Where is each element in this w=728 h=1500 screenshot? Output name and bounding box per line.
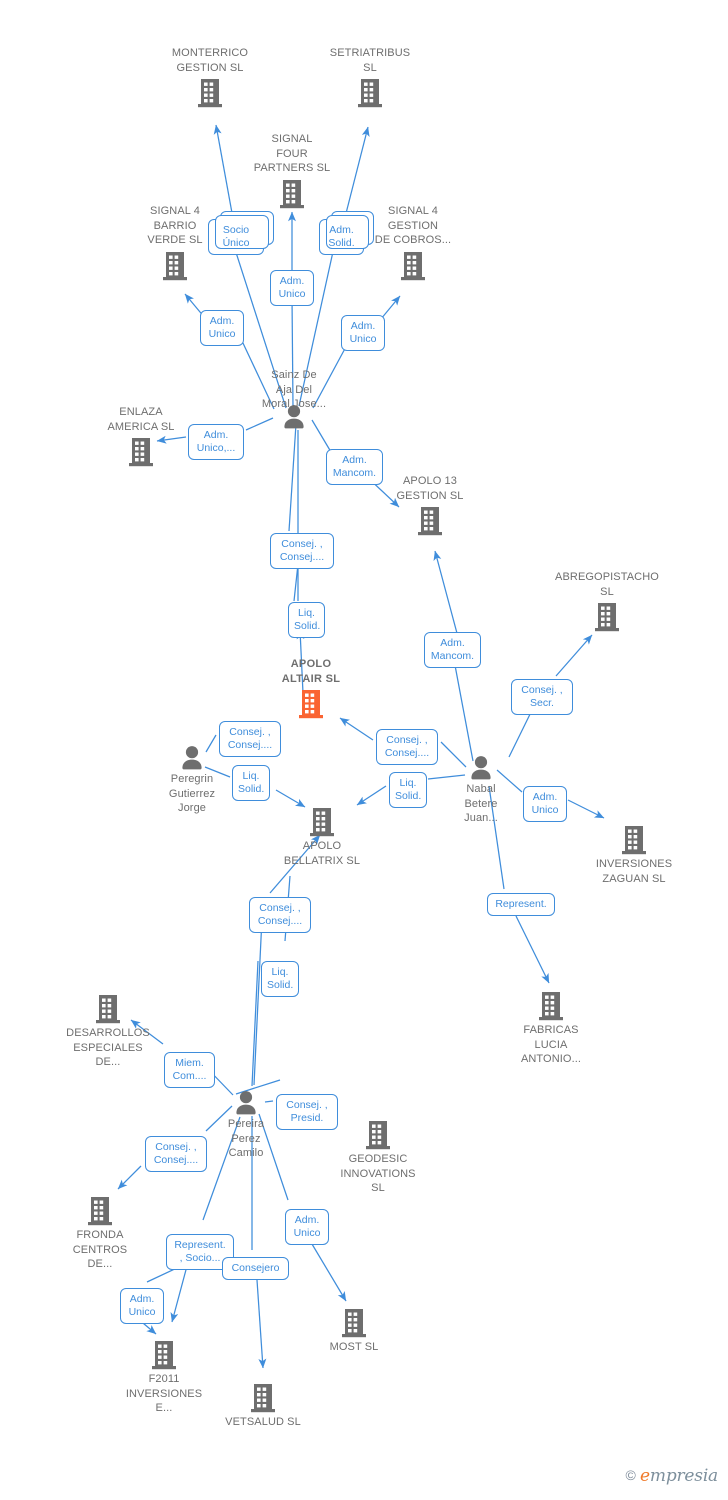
node-label: APOLO ALTAIR SL [281,658,341,685]
edge-label-liq-solid-sainz-altair[interactable]: Liq. Solid. [288,602,325,638]
edge-label-consej-sainz-altair[interactable]: Consej. , Consej.... [270,533,334,569]
edge-label-adm-unico-barrio-verde[interactable]: Adm. Unico [200,310,244,346]
company-building-icon [295,77,445,109]
edge-label-adm-unico-most[interactable]: Adm. Unico [285,1209,329,1245]
empresia-watermark: © empresia [625,1466,719,1486]
company-building-icon [247,806,397,838]
edge-label-adm-solid[interactable]: Adm. Solid. [319,211,374,255]
company-building-icon [476,990,626,1022]
company-building-icon [532,601,682,633]
edge-label-adm-mancom-nabal-apolo13[interactable]: Adm. Mancom. [424,632,481,668]
edge-label-liq-solid-peregrin-bellatrix[interactable]: Liq. Solid. [232,765,270,801]
edge-label-socio-unico[interactable]: Socio Único [208,211,274,255]
copyright-symbol: © [625,1467,636,1483]
node-setriatribus-sl[interactable]: SETRIATRIBUS SL [295,46,445,109]
node-label: FRONDA CENTROS DE... [72,1229,128,1270]
node-label: FABRICAS LUCIA ANTONIO... [520,1024,582,1065]
company-building-icon [89,1339,239,1371]
node-abregopistacho-sl[interactable]: ABREGOPISTACHO SL [532,570,682,633]
company-building-icon [25,1195,175,1227]
node-apolo-bellatrix-sl[interactable]: APOLO BELLATRIX SL [247,806,397,868]
edge-label-adm-unico-zaguan[interactable]: Adm. Unico [523,786,567,822]
node-label: Sainz De Aja Del Moral Jose... [261,369,327,410]
node-apolo-altair-sl[interactable]: APOLO ALTAIR SL [236,657,386,720]
edge-label-consej-fronda[interactable]: Consej. , Consej.... [145,1136,207,1172]
node-label: SETRIATRIBUS SL [329,47,411,74]
edge-label-adm-unico-cobros[interactable]: Adm. Unico [341,315,385,351]
edge-label-adm-mancom-apolo13-sainz[interactable]: Adm. Mancom. [326,449,383,485]
node-label: VETSALUD SL [225,1416,301,1428]
node-label: MOST SL [329,1341,379,1353]
company-building-icon [559,824,709,856]
company-building-icon [188,1382,338,1414]
node-monterrico-gestion-sl[interactable]: MONTERRICO GESTION SL [135,46,285,109]
edge-label-consej-secr-abrego[interactable]: Consej. , Secr. [511,679,573,715]
edge-label-consejero-vetsalud[interactable]: Consejero [222,1257,289,1280]
edge-label-adm-unico-f2011[interactable]: Adm. Unico [120,1288,164,1324]
company-building-icon [135,77,285,109]
edge-label-consej-peregrin-altair[interactable]: Consej. , Consej.... [219,721,281,757]
edge-label-adm-unico-enlaza[interactable]: Adm. Unico,... [188,424,244,460]
edge-label-adm-unico-signal4p[interactable]: Adm. Unico [270,270,314,306]
brand-name: empresia [640,1466,718,1486]
company-building-icon-highlighted [236,688,386,720]
edge-label-liq-solid-pereira-bellatrix[interactable]: Liq. Solid. [261,961,299,997]
node-fabricas-lucia-antonio[interactable]: FABRICAS LUCIA ANTONIO... [476,990,626,1067]
edge-label-liq-solid-nabal-bellatrix[interactable]: Liq. Solid. [389,772,427,808]
node-inversiones-zaguan-sl[interactable]: INVERSIONES ZAGUAN SL [559,824,709,886]
graph-canvas[interactable]: MONTERRICO GESTION SL SETRIATRIBUS SL SI… [0,0,728,1500]
edge-label-consej-nabal-altair[interactable]: Consej. , Consej.... [376,729,438,765]
node-label: MONTERRICO GESTION SL [171,47,249,74]
node-most-sl[interactable]: MOST SL [279,1307,429,1355]
node-signal-four-partners-sl[interactable]: SIGNAL FOUR PARTNERS SL [217,132,367,210]
node-desarrollos-especiales-de[interactable]: DESARROLLOS ESPECIALES DE... [33,993,183,1070]
edge-label-consej-presid-geodesic[interactable]: Consej. , Presid. [276,1094,338,1130]
node-fronda-centros-de[interactable]: FRONDA CENTROS DE... [25,1195,175,1272]
node-label: SIGNAL FOUR PARTNERS SL [253,133,331,174]
node-label: APOLO BELLATRIX SL [283,840,361,867]
company-building-icon [355,505,505,537]
edge-label-consej-pereira-altair[interactable]: Consej. , Consej.... [249,897,311,933]
company-building-icon [279,1307,429,1339]
node-label: ABREGOPISTACHO SL [555,571,659,598]
edge-label-miem-com-desarrollos[interactable]: Miem. Com.... [164,1052,215,1088]
edge-label-represent-fabricas[interactable]: Represent. [487,893,555,916]
node-geodesic-innovations-sl[interactable]: GEODESIC INNOVATIONS SL [303,1119,453,1196]
node-vetsalud-sl[interactable]: VETSALUD SL [188,1382,338,1430]
node-label: INVERSIONES ZAGUAN SL [595,858,673,885]
company-building-icon [33,993,183,1025]
node-label: DESARROLLOS ESPECIALES DE... [66,1027,150,1068]
node-label: GEODESIC INNOVATIONS SL [340,1153,416,1194]
